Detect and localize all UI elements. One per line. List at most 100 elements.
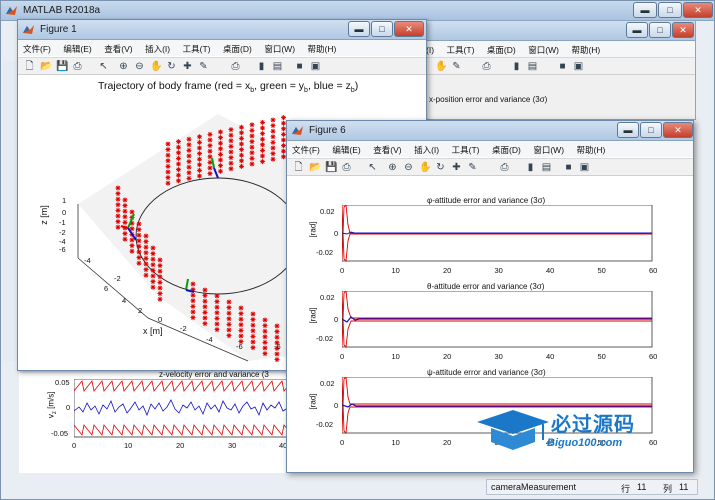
feature-marker <box>262 339 268 345</box>
feature-marker <box>129 248 135 254</box>
maximize-button[interactable]: □ <box>649 22 671 38</box>
show-plot-tools-icon[interactable]: ▣ <box>579 162 590 173</box>
feature-marker <box>202 287 208 293</box>
close-button[interactable]: ✕ <box>683 2 713 18</box>
zoom-in-icon[interactable]: ⊕ <box>118 61 129 72</box>
menu-edit[interactable]: 编辑(E) <box>58 40 96 55</box>
maximize-button[interactable]: □ <box>640 122 662 138</box>
minimize-button[interactable]: ▬ <box>626 22 648 38</box>
feature-marker <box>239 163 244 169</box>
menu-insert[interactable]: 插入(I) <box>140 40 175 55</box>
show-plot-tools-icon[interactable]: ▣ <box>573 61 584 72</box>
menu-edit[interactable]: 编辑(E) <box>327 141 365 156</box>
feature-marker <box>274 351 280 357</box>
menu-item[interactable]: 工具(T) <box>442 41 480 56</box>
colorbar-icon[interactable]: ▮ <box>511 61 522 72</box>
save-icon[interactable]: 💾 <box>56 61 68 72</box>
menu-item[interactable]: 桌面(D) <box>482 41 521 56</box>
feature-marker <box>186 147 192 153</box>
feature-marker <box>218 157 223 163</box>
menu-view[interactable]: 查看(V) <box>99 40 137 55</box>
menu-desktop[interactable]: 桌面(D) <box>218 40 257 55</box>
print-icon[interactable]: ⎙ <box>72 61 83 72</box>
maximize-button[interactable]: □ <box>371 21 393 37</box>
show-plot-tools-icon[interactable]: ▣ <box>310 61 321 72</box>
subplot3-title: ψ-attitude error and variance (3σ) <box>427 368 546 377</box>
pan-icon[interactable]: ✋ <box>150 61 162 72</box>
feature-marker <box>136 255 142 261</box>
menu-file[interactable]: 文件(F) <box>287 141 325 156</box>
rotate-3d-icon[interactable]: ↻ <box>166 61 177 72</box>
print-icon[interactable]: ⎙ <box>341 162 352 173</box>
feature-marker <box>197 162 202 168</box>
brush-icon[interactable]: ✎ <box>467 162 478 173</box>
feature-marker <box>143 255 149 261</box>
hide-plot-tools-icon[interactable]: ■ <box>563 162 574 173</box>
minimize-button[interactable]: ▬ <box>348 21 370 37</box>
data-cursor-icon[interactable]: ✚ <box>451 162 462 173</box>
legend-icon[interactable]: ▤ <box>272 61 283 72</box>
feature-marker <box>197 156 202 162</box>
menu-window[interactable]: 窗口(W) <box>528 141 569 156</box>
menu-tools[interactable]: 工具(T) <box>447 141 485 156</box>
subplot2-axes <box>342 291 653 348</box>
close-button[interactable]: ✕ <box>672 22 694 38</box>
feature-marker <box>214 310 220 316</box>
hide-plot-tools-icon[interactable]: ■ <box>294 61 305 72</box>
menu-insert[interactable]: 插入(I) <box>409 141 444 156</box>
xtick-label: 0 <box>340 352 345 361</box>
colorbar-icon[interactable]: ▮ <box>525 162 536 173</box>
edit-plot-icon[interactable]: ↖ <box>367 162 378 173</box>
minimize-button[interactable]: ▬ <box>633 2 657 18</box>
link-plot-icon[interactable]: ⎙ <box>499 162 510 173</box>
feature-marker <box>165 152 171 158</box>
colorbar-icon[interactable]: ▮ <box>256 61 267 72</box>
menu-desktop[interactable]: 桌面(D) <box>487 141 526 156</box>
subplot3-ytick: 0 <box>334 401 339 410</box>
feature-marker <box>157 268 163 274</box>
feature-marker <box>270 117 276 123</box>
legend-icon[interactable]: ▤ <box>527 61 538 72</box>
menu-view[interactable]: 查看(V) <box>368 141 406 156</box>
feature-marker <box>202 321 208 327</box>
feature-marker <box>122 197 128 203</box>
menu-help[interactable]: 帮助(H) <box>572 141 611 156</box>
zoom-out-icon[interactable]: ⊖ <box>403 162 414 173</box>
subplot3-ytick: -0.02 <box>316 420 334 429</box>
zoom-in-icon[interactable]: ⊕ <box>387 162 398 173</box>
close-button[interactable]: ✕ <box>663 122 693 138</box>
rotate-3d-icon[interactable]: ↻ <box>435 162 446 173</box>
zoom-out-icon[interactable]: ⊖ <box>134 61 145 72</box>
data-cursor-icon[interactable]: ✚ <box>182 61 193 72</box>
minimize-button[interactable]: ▬ <box>617 122 639 138</box>
legend-icon[interactable]: ▤ <box>541 162 552 173</box>
feature-marker <box>228 138 234 144</box>
new-figure-icon[interactable]: 🗋 <box>293 162 304 173</box>
link-plot-icon[interactable]: ⎙ <box>230 61 241 72</box>
menu-help[interactable]: 帮助(H) <box>303 40 342 55</box>
pan-icon[interactable]: ✋ <box>435 61 447 72</box>
save-icon[interactable]: 💾 <box>325 162 337 173</box>
maximize-button[interactable]: □ <box>658 2 682 18</box>
open-icon[interactable]: 📂 <box>309 162 321 173</box>
menu-item[interactable]: 帮助(H) <box>566 41 605 56</box>
subplot3-ylabel: [rad] <box>308 393 318 410</box>
new-figure-icon[interactable]: 🗋 <box>24 61 35 72</box>
feature-marker <box>226 305 232 311</box>
brush-icon[interactable]: ✎ <box>198 61 209 72</box>
menu-file[interactable]: 文件(F) <box>18 40 56 55</box>
menu-item[interactable]: 窗口(W) <box>523 41 564 56</box>
feature-marker <box>202 293 208 299</box>
close-button[interactable]: ✕ <box>394 21 424 37</box>
xtick-label: 10 <box>391 438 400 447</box>
hide-plot-tools-icon[interactable]: ■ <box>557 61 568 72</box>
pan-icon[interactable]: ✋ <box>419 162 431 173</box>
graduation-cap-icon <box>477 410 549 450</box>
edit-plot-icon[interactable]: ↖ <box>98 61 109 72</box>
brush-icon[interactable]: ✎ <box>451 61 462 72</box>
menu-tools[interactable]: 工具(T) <box>178 40 216 55</box>
print-icon[interactable]: ⎙ <box>481 61 492 72</box>
menu-window[interactable]: 窗口(W) <box>259 40 300 55</box>
feature-marker <box>136 232 142 238</box>
open-icon[interactable]: 📂 <box>40 61 52 72</box>
